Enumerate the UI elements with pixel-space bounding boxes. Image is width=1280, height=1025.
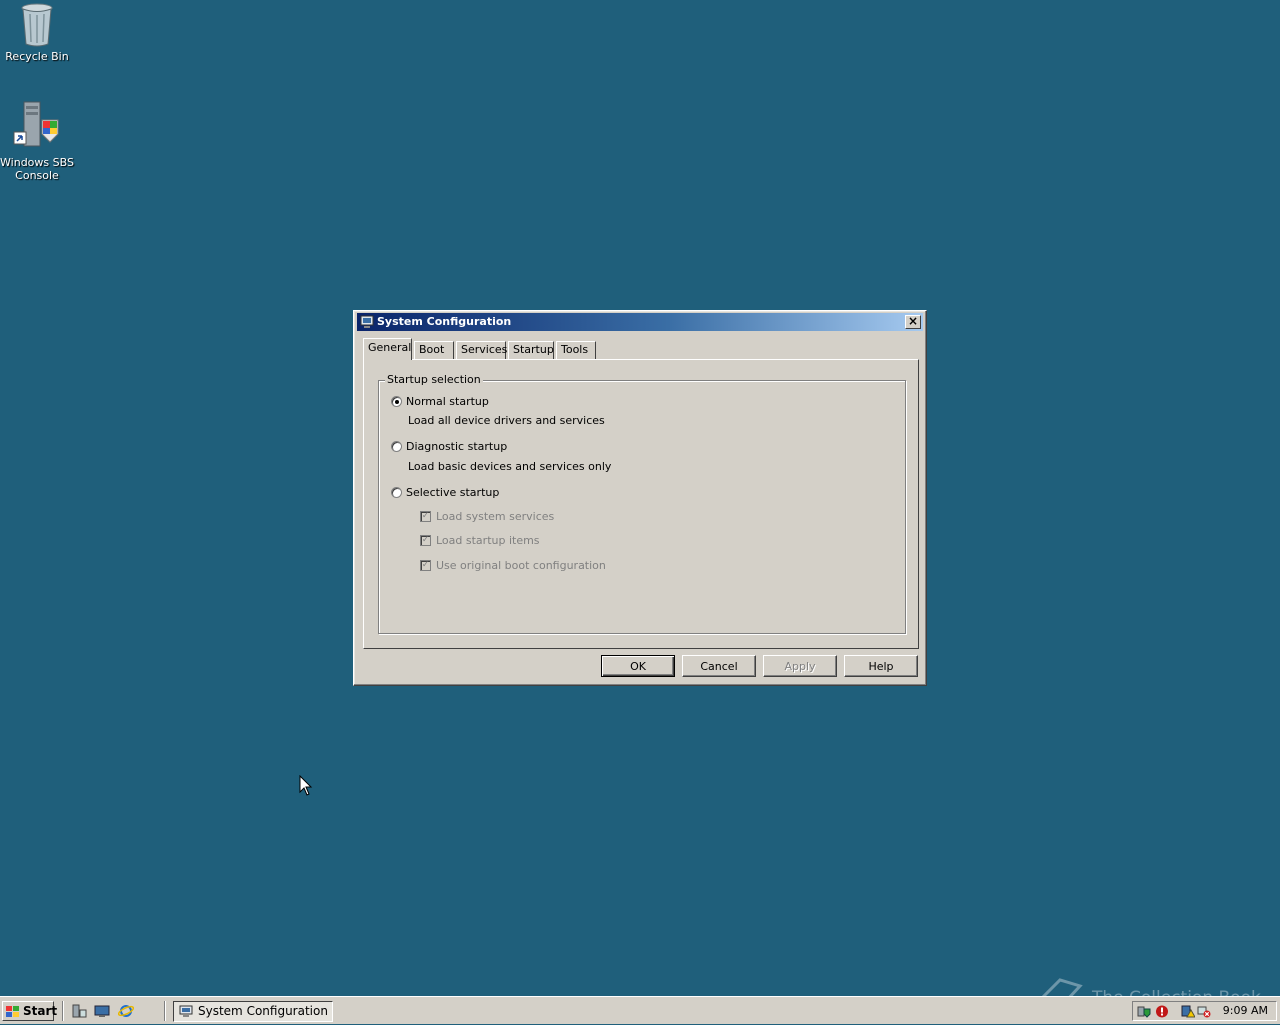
diagnostic-startup-radio[interactable]: Diagnostic startup [391,440,507,454]
alert-icon[interactable] [1155,1005,1169,1018]
taskbar-separator [62,1001,64,1021]
msconfig-icon [179,1005,193,1018]
recycle-bin-icon [17,2,57,47]
checkbox-label: Load startup items [436,534,540,547]
radio-button[interactable] [391,486,402,498]
load-system-services-checkbox: ✓ Load system services [420,510,554,524]
option-label: Normal startup [406,395,489,408]
start-label: Start [23,1004,58,1018]
desktop-icon-sbs-console[interactable]: Windows SBS Console [0,100,74,182]
internet-explorer-icon[interactable] [117,1004,135,1018]
msconfig-icon [360,315,374,329]
startup-selection-group: Startup selection Normal startup Load al… [378,373,906,634]
start-button[interactable]: Start [2,1001,58,1021]
desktop-icon-label: Windows SBS Console [0,156,74,182]
tab-tools[interactable]: Tools [556,341,596,359]
use-original-boot-config-checkbox: ✓ Use original boot configuration [420,559,606,573]
mouse-cursor-icon [299,774,313,800]
title-bar[interactable]: System Configuration × [357,313,923,331]
load-startup-items-checkbox: ✓ Load startup items [420,534,540,548]
selective-startup-radio[interactable]: Selective startup [391,486,499,500]
task-label: System Configuration [198,1004,328,1018]
normal-startup-radio[interactable]: Normal startup [391,395,489,409]
checkmark-icon: ✓ [420,559,431,571]
group-label: Startup selection [385,373,483,386]
tab-startup[interactable]: Startup [508,341,554,359]
option-label: Selective startup [406,486,500,499]
system-configuration-dialog: System Configuration × General Boot Serv… [353,310,927,686]
network-disconnected-icon[interactable] [1197,1005,1211,1018]
apply-button: Apply [763,655,837,677]
taskbar-separator [164,1001,166,1021]
option-label: Diagnostic startup [406,440,508,453]
option-description: Load basic devices and services only [408,460,612,473]
dialog-title: System Configuration [377,315,512,328]
tab-general[interactable]: General [363,338,412,360]
ok-button[interactable]: OK [601,655,675,677]
taskbar: Start System Configuration 9:09 AM [0,996,1280,1024]
tab-boot[interactable]: Boot [414,341,454,359]
general-tab-panel: Startup selection Normal startup Load al… [363,359,919,649]
cancel-button[interactable]: Cancel [682,655,756,677]
help-button[interactable]: Help [844,655,918,677]
show-desktop-icon[interactable] [94,1004,110,1018]
desktop-icon-label: Recycle Bin [5,50,69,63]
option-description: Load all device drivers and services [408,414,605,427]
radio-button-selected[interactable] [391,395,402,407]
close-icon: × [907,314,919,328]
checkmark-icon: ✓ [420,534,431,546]
update-warning-icon[interactable] [1181,1005,1196,1018]
server-manager-icon[interactable] [71,1004,87,1018]
checkbox-label: Load system services [436,510,555,523]
radio-button[interactable] [391,440,402,452]
desktop-icon-recycle-bin[interactable]: Recycle Bin [0,2,74,63]
close-button[interactable]: × [905,315,921,329]
windows-logo-icon [6,1005,20,1017]
clock: 9:09 AM [1222,1004,1268,1017]
checkbox-label: Use original boot configuration [436,559,606,572]
tab-services[interactable]: Services [456,341,507,359]
taskbar-item-system-configuration[interactable]: System Configuration [173,1001,333,1022]
server-console-icon [12,100,62,152]
checkmark-icon: ✓ [420,510,431,522]
system-tray: 9:09 AM [1132,1001,1277,1021]
security-shield-icon[interactable] [1137,1005,1151,1018]
